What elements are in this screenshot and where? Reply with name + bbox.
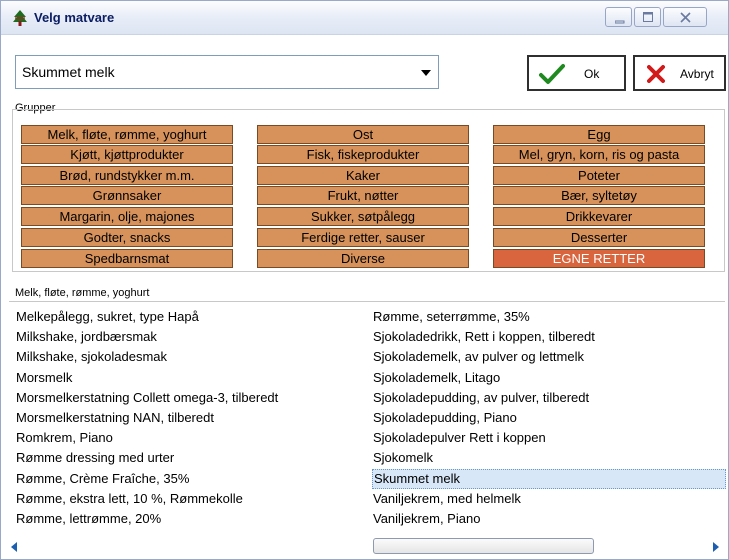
group-button[interactable]: Poteter [493, 166, 705, 185]
list-item[interactable]: Sjokolademelk, av pulver og lettmelk [372, 347, 726, 367]
list-item[interactable]: Rømme, ekstra lett, 10 %, Rømmekolle [15, 489, 278, 509]
list-caption: Melk, fløte, rømme, yoghurt [15, 287, 150, 299]
triangle-down-icon [421, 70, 431, 76]
scroll-right-button[interactable] [713, 541, 719, 555]
list-item[interactable]: Sjokoladepudding, av pulver, tilberedt [372, 388, 726, 408]
window-title: Velg matvare [34, 10, 115, 25]
group-button[interactable]: Ferdige retter, sauser [257, 228, 469, 247]
list-item[interactable]: Vaniljekrem, Piano [372, 509, 726, 529]
list-item[interactable]: Sjokomelk [372, 448, 726, 468]
maximize-button[interactable] [634, 7, 661, 27]
list-item[interactable]: Morsmelkerstatning NAN, tilberedt [15, 408, 278, 428]
tree-icon [11, 9, 29, 27]
group-button[interactable]: Melk, fløte, rømme, yoghurt [21, 125, 233, 144]
food-list-column-right: Rømme, seterrømme, 35% Sjokoladedrikk, R… [372, 307, 726, 529]
list-item[interactable]: Rømme, lettrømme, 20% [15, 509, 278, 529]
list-item[interactable]: Melkepålegg, sukret, type Hapå [15, 307, 278, 327]
cancel-button-label: Avbryt [680, 67, 714, 81]
list-item[interactable]: Sjokoladepudding, Piano [372, 408, 726, 428]
list-item[interactable]: Sjokolademelk, Litago [372, 368, 726, 388]
group-button[interactable]: Brød, rundstykker m.m. [21, 166, 233, 185]
close-button[interactable] [663, 7, 707, 27]
group-button-active[interactable]: EGNE RETTER [493, 249, 705, 268]
maximize-icon [643, 12, 654, 25]
group-button[interactable]: Kaker [257, 166, 469, 185]
list-divider [9, 301, 725, 302]
group-button[interactable]: Egg [493, 125, 705, 144]
x-icon [647, 65, 665, 83]
dropdown-arrow-button[interactable] [414, 56, 438, 88]
close-icon [680, 12, 691, 25]
group-button[interactable]: Mel, gryn, korn, ris og pasta [493, 145, 705, 164]
list-item[interactable]: Rømme, Crème Fraîche, 35% [15, 469, 278, 489]
list-item[interactable]: Morsmelk [15, 368, 278, 388]
scroll-left-button[interactable] [11, 541, 17, 555]
food-dropdown[interactable]: Skummet melk [15, 55, 439, 89]
ok-button-label: Ok [584, 67, 600, 81]
ok-button[interactable]: Ok [527, 55, 626, 91]
group-button[interactable]: Sukker, søtpålegg [257, 207, 469, 226]
group-button[interactable]: Fisk, fiskeprodukter [257, 145, 469, 164]
group-button[interactable]: Spedbarnsmat [21, 249, 233, 268]
list-item[interactable]: Sjokoladedrikk, Rett i koppen, tilberedt [372, 327, 726, 347]
list-item[interactable]: Rømme dressing med urter [15, 448, 278, 468]
group-button[interactable]: Frukt, nøtter [257, 186, 469, 205]
group-button[interactable]: Grønnsaker [21, 186, 233, 205]
list-item[interactable]: Rømme, seterrømme, 35% [372, 307, 726, 327]
list-item[interactable]: Milkshake, sjokoladesmak [15, 347, 278, 367]
group-button[interactable]: Drikkevarer [493, 207, 705, 226]
check-icon [539, 64, 565, 84]
group-button[interactable]: Kjøtt, kjøttprodukter [21, 145, 233, 164]
food-list-column-left: Melkepålegg, sukret, type Hapå Milkshake… [15, 307, 278, 529]
group-button[interactable]: Bær, syltetøy [493, 186, 705, 205]
triangle-left-icon [11, 542, 17, 552]
title-bar: Velg matvare [1, 1, 728, 35]
group-button[interactable]: Ost [257, 125, 469, 144]
minimize-button[interactable] [605, 7, 632, 27]
triangle-right-icon [713, 542, 719, 552]
group-button[interactable]: Desserter [493, 228, 705, 247]
group-button[interactable]: Margarin, olje, majones [21, 207, 233, 226]
list-item[interactable]: Romkrem, Piano [15, 428, 278, 448]
horizontal-scrollbar[interactable] [9, 536, 725, 556]
food-dropdown-value: Skummet melk [22, 64, 115, 80]
list-item[interactable]: Morsmelkerstatning Collett omega-3, tilb… [15, 388, 278, 408]
minimize-icon [614, 14, 625, 26]
list-item[interactable]: Vaniljekrem, med helmelk [372, 489, 726, 509]
scrollbar-thumb[interactable] [373, 538, 594, 554]
list-item-selected[interactable]: Skummet melk [372, 468, 726, 489]
list-item[interactable]: Milkshake, jordbærsmak [15, 327, 278, 347]
group-button[interactable]: Godter, snacks [21, 228, 233, 247]
cancel-button[interactable]: Avbryt [633, 55, 726, 91]
velg-matvare-dialog: Velg matvare Skummet melk Ok Avbryt Grup… [0, 0, 729, 560]
list-item[interactable]: Sjokoladepulver Rett i koppen [372, 428, 726, 448]
group-button[interactable]: Diverse [257, 249, 469, 268]
